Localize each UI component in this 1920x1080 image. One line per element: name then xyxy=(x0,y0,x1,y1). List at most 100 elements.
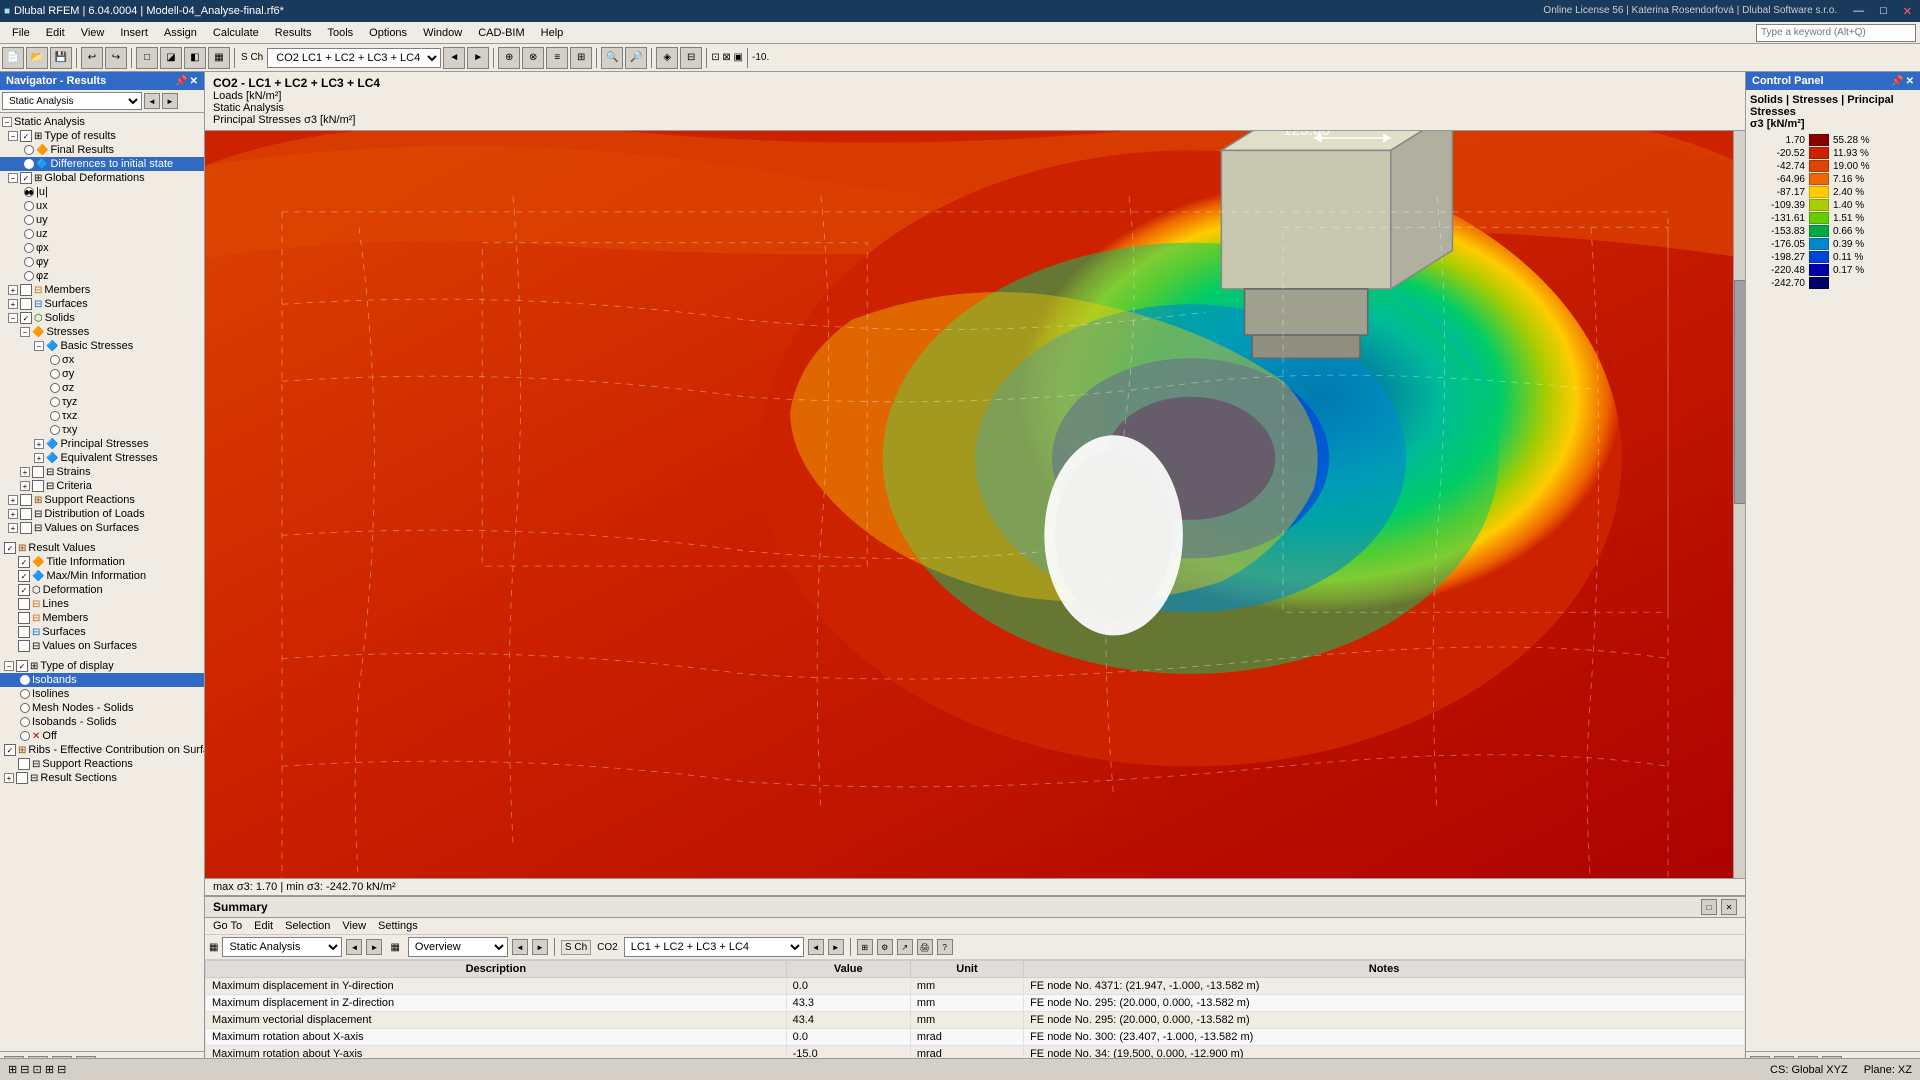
sum-prev2[interactable]: ◄ xyxy=(512,939,528,955)
nav-vl-check[interactable] xyxy=(18,640,30,652)
nav-uy[interactable]: uy xyxy=(0,213,204,227)
sum-next2[interactable]: ► xyxy=(532,939,548,955)
view-btn4[interactable]: ▦ xyxy=(208,47,230,69)
nav-radio[interactable] xyxy=(24,145,34,155)
nav-checkbox-solids[interactable]: ✓ xyxy=(20,312,32,324)
nav-ml-check[interactable] xyxy=(18,612,30,624)
tool-d[interactable]: ⊞ xyxy=(570,47,592,69)
expand-basic[interactable]: − xyxy=(34,341,44,351)
nav-ribs-check[interactable]: ✓ xyxy=(4,744,16,756)
menu-calculate[interactable]: Calculate xyxy=(205,25,267,41)
nav-td-check[interactable]: ✓ xyxy=(16,660,28,672)
keyword-search[interactable] xyxy=(1756,24,1916,42)
nav-final-results[interactable]: 🔶 Final Results xyxy=(0,143,204,157)
nav-isobands[interactable]: Isobands xyxy=(0,673,204,687)
nav-sr-lower[interactable]: ⊟ Support Reactions xyxy=(0,757,204,771)
nav-ux[interactable]: ux xyxy=(0,199,204,213)
menu-insert[interactable]: Insert xyxy=(112,25,156,41)
save-btn[interactable]: 💾 xyxy=(50,47,72,69)
sum-next-btn[interactable]: ► xyxy=(366,939,382,955)
nav-val-surfaces[interactable]: + ⊟ Values on Surfaces xyxy=(0,521,204,535)
nav-checkbox[interactable]: ✓ xyxy=(20,172,32,184)
nav-radio-phiy[interactable] xyxy=(24,257,34,267)
sum-prev-btn[interactable]: ◄ xyxy=(346,939,362,955)
menu-results[interactable]: Results xyxy=(267,25,320,41)
zoom-out[interactable]: 🔎 xyxy=(625,47,647,69)
nav-stresses[interactable]: − 🔶 Stresses xyxy=(0,325,204,339)
expand-rs[interactable]: + xyxy=(4,773,14,783)
nav-radio-mns[interactable] xyxy=(20,703,30,713)
menu-selection[interactable]: Selection xyxy=(285,920,330,932)
menu-assign[interactable]: Assign xyxy=(156,25,205,41)
sum-filter-btn[interactable]: ⊞ xyxy=(857,939,873,955)
summary-analysis-combo[interactable]: Static Analysis xyxy=(222,937,342,957)
nav-radio-isol[interactable] xyxy=(20,689,30,699)
nav-uz[interactable]: uz xyxy=(0,227,204,241)
nav-phix[interactable]: φx xyxy=(0,241,204,255)
nav-analysis-combo[interactable]: Static Analysis xyxy=(2,92,142,110)
nav-isobands-solids[interactable]: Isobands - Solids xyxy=(0,715,204,729)
summary-lc-combo[interactable]: LC1 + LC2 + LC3 + LC4 xyxy=(624,937,804,957)
nav-radio-phiz[interactable] xyxy=(24,271,34,281)
r[interactable] xyxy=(50,425,60,435)
sum-export-btn[interactable]: ↗ xyxy=(897,939,913,955)
nav-mm-check[interactable]: ✓ xyxy=(18,570,30,582)
nav-equiv[interactable]: + 🔷 Equivalent Stresses xyxy=(0,451,204,465)
nav-checkbox-dl[interactable] xyxy=(20,508,32,520)
nav-txy[interactable]: τxy xyxy=(0,423,204,437)
nav-members-lower[interactable]: ⊟ Members xyxy=(0,611,204,625)
nav-txz[interactable]: τxz xyxy=(0,409,204,423)
nav-tyz[interactable]: τyz xyxy=(0,395,204,409)
nav-sy[interactable]: σy xyxy=(0,367,204,381)
expand-strains[interactable]: + xyxy=(20,467,30,477)
nav-checkbox-vs[interactable] xyxy=(20,522,32,534)
expand-icon[interactable]: − xyxy=(2,117,12,127)
nav-global-deform[interactable]: − ✓ ⊞ Global Deformations xyxy=(0,171,204,185)
view-btn3[interactable]: ◧ xyxy=(184,47,206,69)
expand-principal[interactable]: + xyxy=(34,439,44,449)
nav-dist-loads[interactable]: + ⊟ Distribution of Loads xyxy=(0,507,204,521)
right-close-btn[interactable]: ✕ xyxy=(1906,76,1914,87)
summary-close-btn[interactable]: ✕ xyxy=(1721,899,1737,915)
r[interactable] xyxy=(50,383,60,393)
menu-tools[interactable]: Tools xyxy=(319,25,361,41)
expand-icon[interactable]: − xyxy=(8,173,18,183)
nav-checkbox-members[interactable] xyxy=(20,284,32,296)
scrollbar-thumb[interactable] xyxy=(1734,280,1745,504)
sum-lc-next[interactable]: ► xyxy=(828,939,844,955)
nav-static-analysis[interactable]: − Static Analysis xyxy=(0,115,204,129)
nav-solids[interactable]: − ✓ ⬡ Solids xyxy=(0,311,204,325)
nav-pin-btn[interactable]: 📌 xyxy=(175,76,187,87)
expand-solids[interactable]: − xyxy=(8,313,18,323)
nav-title-info[interactable]: ✓ 🔶 Title Information xyxy=(0,555,204,569)
nav-surfaces[interactable]: + ⊟ Surfaces xyxy=(0,297,204,311)
nav-principal[interactable]: + 🔷 Principal Stresses xyxy=(0,437,204,451)
tool-c[interactable]: ≡ xyxy=(546,47,568,69)
nav-checkbox-sr[interactable] xyxy=(20,494,32,506)
nav-maxmin[interactable]: ✓ 🔷 Max/Min Information xyxy=(0,569,204,583)
nav-phiy[interactable]: φy xyxy=(0,255,204,269)
expand-members[interactable]: + xyxy=(8,285,18,295)
sum-lc-prev[interactable]: ◄ xyxy=(808,939,824,955)
nav-sz[interactable]: σz xyxy=(0,381,204,395)
nav-sr-check[interactable] xyxy=(18,758,30,770)
menu-help[interactable]: Help xyxy=(533,25,572,41)
nav-mesh-nodes-solids[interactable]: Mesh Nodes - Solids xyxy=(0,701,204,715)
nav-radio-sel[interactable] xyxy=(24,159,34,169)
nav-ribs[interactable]: ✓ ⊞ Ribs - Effective Contribution on Sur… xyxy=(0,743,204,757)
render-btn[interactable]: ◈ xyxy=(656,47,678,69)
lc-prev[interactable]: ◄ xyxy=(443,47,465,69)
expand-stresses[interactable]: − xyxy=(20,327,30,337)
menu-cadbim[interactable]: CAD-BIM xyxy=(470,25,532,41)
nav-result-sections[interactable]: + ⊟ Result Sections xyxy=(0,771,204,785)
nav-radio-uy[interactable] xyxy=(24,215,34,225)
expand-icon[interactable]: − xyxy=(8,131,18,141)
nav-radio-u[interactable] xyxy=(24,187,34,197)
nav-radio-ux[interactable] xyxy=(24,201,34,211)
nav-sl-check[interactable] xyxy=(18,626,30,638)
r[interactable] xyxy=(50,397,60,407)
menu-goto[interactable]: Go To xyxy=(213,920,242,932)
nav-vol-lower[interactable]: ⊟ Values on Surfaces xyxy=(0,639,204,653)
nav-checkbox[interactable]: ✓ xyxy=(20,130,32,142)
nav-radio-iso[interactable] xyxy=(20,675,30,685)
